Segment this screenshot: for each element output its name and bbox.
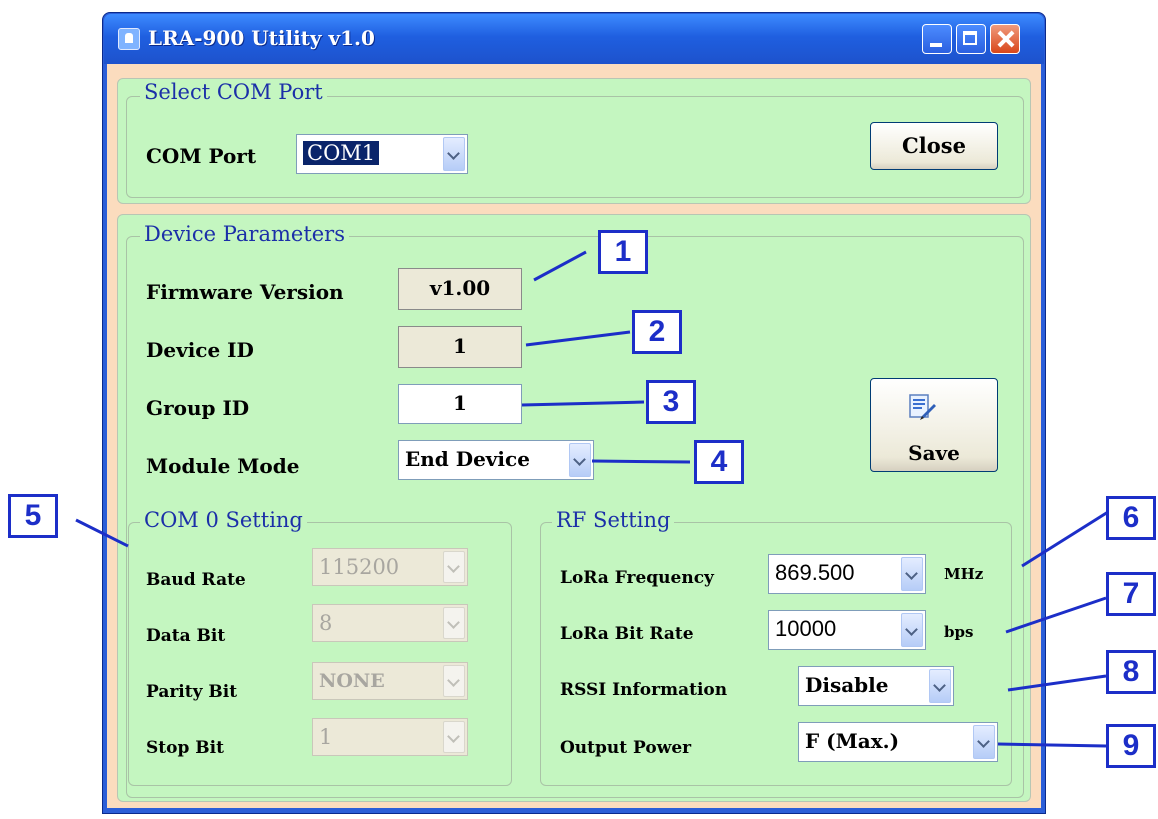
close-window-button[interactable]: [990, 24, 1020, 54]
device-parameters-title: Device Parameters: [140, 222, 349, 246]
chevron-down-icon: [443, 551, 465, 583]
baud-rate-label: Baud Rate: [146, 570, 246, 590]
parity-bit-value: NONE: [319, 670, 385, 692]
lora-frequency-select[interactable]: 869.500: [768, 554, 926, 594]
close-button[interactable]: Close: [870, 122, 998, 170]
firmware-version-field: v1.00: [398, 268, 522, 310]
firmware-version-label: Firmware Version: [146, 280, 344, 304]
device-id-field: 1: [398, 326, 522, 368]
rf-setting-title: RF Setting: [552, 508, 675, 532]
data-bit-value: 8: [319, 611, 333, 635]
baud-rate-value: 115200: [319, 555, 400, 579]
save-document-icon: [909, 394, 936, 420]
data-bit-label: Data Bit: [146, 626, 226, 646]
chevron-down-icon[interactable]: [443, 137, 465, 171]
lora-bit-rate-select[interactable]: 10000: [768, 610, 926, 650]
app-icon: [118, 28, 140, 50]
chevron-down-icon[interactable]: [973, 725, 995, 759]
com-port-value: COM1: [301, 140, 381, 166]
callout-3: 3: [646, 380, 696, 424]
output-power-value: F (Max.): [805, 729, 900, 753]
group-id-input[interactable]: 1: [398, 384, 522, 424]
chevron-down-icon: [443, 665, 465, 697]
callout-4: 4: [694, 440, 744, 484]
chevron-down-icon[interactable]: [901, 613, 923, 647]
save-button-label: Save: [908, 441, 960, 465]
callout-1: 1: [598, 230, 648, 274]
callout-8: 8: [1106, 650, 1156, 694]
callout-7: 7: [1106, 572, 1156, 616]
maximize-button[interactable]: [956, 24, 986, 54]
com-port-select[interactable]: COM1: [296, 134, 468, 174]
bit-rate-unit: bps: [944, 623, 974, 641]
lora-bit-rate-label: LoRa Bit Rate: [560, 624, 694, 644]
baud-rate-select: 115200: [312, 548, 468, 586]
minimize-button[interactable]: [922, 24, 952, 54]
com0-setting-title: COM 0 Setting: [140, 508, 307, 532]
output-power-label: Output Power: [560, 738, 692, 758]
group-id-label: Group ID: [146, 396, 250, 420]
callout-6: 6: [1106, 496, 1156, 540]
rssi-information-value: Disable: [805, 673, 889, 697]
callout-5: 5: [8, 494, 58, 538]
stop-bit-value: 1: [319, 725, 333, 749]
callout-9: 9: [1106, 724, 1156, 768]
module-mode-label: Module Mode: [146, 454, 300, 478]
lora-bit-rate-value: 10000: [775, 616, 837, 641]
frequency-unit: MHz: [944, 565, 984, 583]
output-power-select[interactable]: F (Max.): [798, 722, 998, 762]
callout-2: 2: [632, 310, 682, 354]
chevron-down-icon[interactable]: [569, 443, 591, 477]
chevron-down-icon: [443, 607, 465, 639]
data-bit-select: 8: [312, 604, 468, 642]
rssi-information-select[interactable]: Disable: [798, 666, 954, 706]
com-port-label: COM Port: [146, 144, 257, 168]
chevron-down-icon[interactable]: [901, 557, 923, 591]
stop-bit-select: 1: [312, 718, 468, 756]
chevron-down-icon: [443, 721, 465, 753]
chevron-down-icon[interactable]: [929, 669, 951, 703]
select-com-port-title: Select COM Port: [140, 80, 327, 104]
parity-bit-label: Parity Bit: [146, 682, 238, 702]
lora-frequency-value: 869.500: [775, 560, 855, 585]
stop-bit-label: Stop Bit: [146, 738, 224, 758]
module-mode-select[interactable]: End Device: [398, 440, 594, 480]
device-id-label: Device ID: [146, 338, 254, 362]
rssi-information-label: RSSI Information: [560, 680, 728, 700]
module-mode-value: End Device: [405, 447, 530, 471]
window-title: LRA-900 Utility v1.0: [148, 26, 375, 50]
lora-frequency-label: LoRa Frequency: [560, 568, 714, 588]
parity-bit-select: NONE: [312, 662, 468, 700]
